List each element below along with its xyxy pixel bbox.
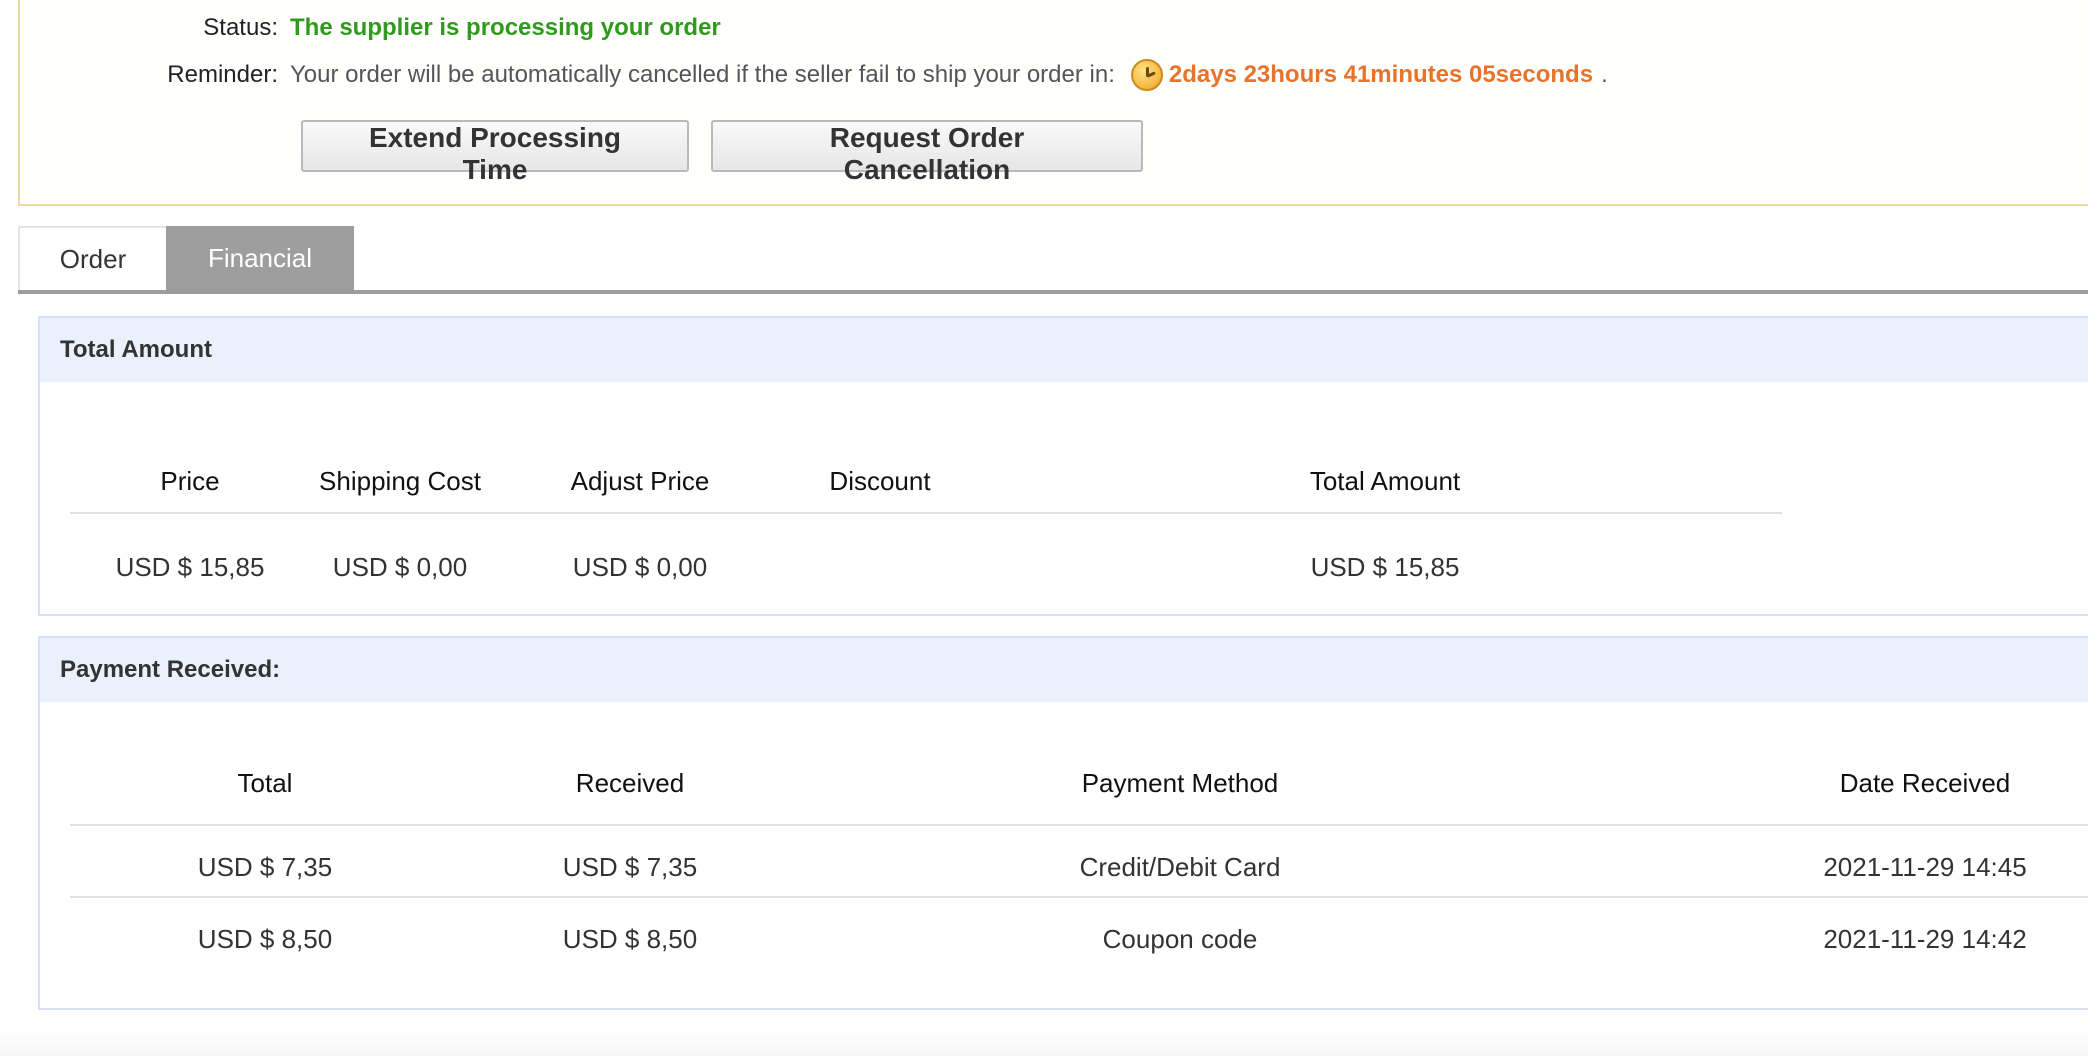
column-header: Shipping Cost <box>319 466 481 496</box>
table-cell: USD $ 0,00 <box>572 552 708 582</box>
table-cell: USD $ 0,00 <box>332 552 468 582</box>
table-cell: USD $ 15,85 <box>115 552 265 582</box>
column-header: Date Received <box>1839 768 2011 798</box>
total-amount-table: Price Shipping Cost Adjust Price Discoun… <box>70 448 1782 608</box>
countdown-suffix: . <box>1601 61 1608 88</box>
header-divider <box>70 824 2088 826</box>
row-divider <box>70 896 2088 898</box>
status-text: The supplier is processing your order <box>290 14 721 41</box>
countdown-timer: 2days 23hours 41minutes 05seconds <box>1168 61 1594 88</box>
extend-processing-time-button[interactable]: Extend Processing Time <box>301 120 689 185</box>
table-cell: USD $ 7,35 <box>562 852 698 882</box>
column-header: Total <box>237 768 293 798</box>
table-cell: USD $ 15,85 <box>1310 552 1460 582</box>
page-bottom-shade <box>0 1030 2088 1056</box>
status-row: Status: The supplier is processing your … <box>20 10 721 46</box>
total-amount-section: Total Amount Price Shipping Cost Adjust … <box>38 316 2088 616</box>
action-buttons: Extend Processing Time Request Order Can… <box>301 120 1143 185</box>
column-header: Adjust Price <box>570 466 710 496</box>
payment-received-table: Total Received Payment Method Date Recei… <box>70 758 2088 998</box>
table-cell: Credit/Debit Card <box>1079 852 1281 882</box>
request-order-cancellation-button[interactable]: Request Order Cancellation <box>711 120 1143 185</box>
column-header: Received <box>575 768 685 798</box>
column-header: Total Amount <box>1309 466 1461 496</box>
payment-received-section: Payment Received: Total Received Payment… <box>38 636 2088 1010</box>
tab-bar: Order Financial <box>18 226 2088 294</box>
section-title: Payment Received: <box>40 638 2088 702</box>
table-cell: Coupon code <box>1102 924 1258 954</box>
column-header: Discount <box>829 466 931 496</box>
table-cell: USD $ 8,50 <box>562 924 698 954</box>
header-divider <box>70 512 1782 514</box>
table-cell: 2021-11-29 14:45 <box>1823 852 2027 882</box>
tab-financial[interactable]: Financial <box>166 226 354 290</box>
tab-order[interactable]: Order <box>18 226 166 290</box>
status-label: Status: <box>203 14 278 41</box>
table-cell: USD $ 8,50 <box>197 924 333 954</box>
clock-icon <box>1130 59 1163 91</box>
reminder-row: Reminder: Your order will be automatical… <box>20 57 1608 93</box>
table-cell: USD $ 7,35 <box>197 852 333 882</box>
reminder-text: Your order will be automatically cancell… <box>290 61 1115 88</box>
section-title: Total Amount <box>40 318 2088 382</box>
reminder-label: Reminder: <box>167 61 278 88</box>
table-cell: 2021-11-29 14:42 <box>1823 924 2027 954</box>
order-status-panel: Status: The supplier is processing your … <box>18 0 2088 206</box>
column-header: Price <box>160 466 220 496</box>
column-header: Payment Method <box>1081 768 1279 798</box>
